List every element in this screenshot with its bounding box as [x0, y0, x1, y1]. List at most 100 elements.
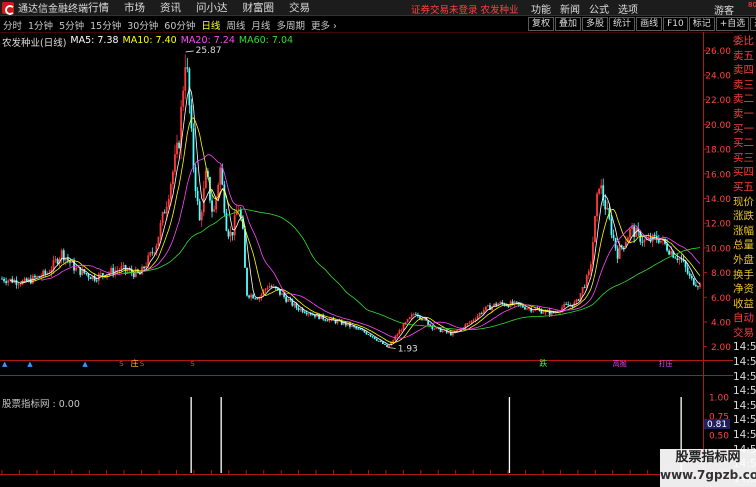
tab-30min[interactable]: 30分钟 — [124, 18, 161, 32]
candle-body — [369, 334, 372, 337]
menu-item-function[interactable]: 功能 — [531, 1, 551, 16]
sidebar-row: 14:5 — [733, 414, 756, 427]
candle-body — [143, 266, 145, 269]
restore-rights-button[interactable]: 复权 — [528, 17, 555, 31]
sidebar-row: 14:5 — [733, 356, 756, 369]
candle-body — [250, 294, 253, 298]
candle-body — [122, 265, 125, 267]
mark-button[interactable]: 标记 — [688, 17, 715, 31]
candle-body — [470, 320, 473, 323]
candle-body — [196, 190, 199, 202]
candle-body — [388, 345, 390, 348]
sidebar-row: 买三 — [733, 151, 754, 164]
overlay-button[interactable]: 叠加 — [555, 17, 582, 31]
candle-body — [659, 240, 662, 243]
menu-item-options[interactable]: 选项 — [618, 1, 638, 16]
kline-chart[interactable]: 26.00 24.00 22.00 20.00 18.00 16.00 14.00 12.00… — [0, 32, 733, 475]
menu-item-news-right[interactable]: 新闻 — [560, 1, 580, 16]
sidebar-row: 外盘 — [733, 253, 754, 266]
candle-body — [44, 270, 47, 274]
price-tick-label: 22.00 — [705, 96, 731, 106]
draw-line-button[interactable]: 画线 — [636, 17, 663, 31]
user-label[interactable]: 游客 — [714, 2, 734, 17]
low-mark-arrow — [387, 347, 396, 349]
signal-marker: ▲ — [27, 360, 33, 368]
sidebar-row: 交易 — [733, 326, 754, 339]
tab-daily[interactable]: 日线 — [198, 18, 223, 32]
candle-body — [604, 200, 607, 210]
candle-body — [600, 185, 603, 189]
sidebar-row: 14:5 — [733, 370, 756, 383]
candle-body — [17, 284, 20, 286]
candle-body — [643, 239, 646, 243]
candle-body — [400, 329, 403, 331]
sidebar-row: 换手 — [733, 268, 754, 281]
candle-body — [29, 278, 32, 284]
sidebar-row: 涨跌 — [733, 210, 754, 223]
candle-body — [359, 328, 362, 330]
f10-button[interactable]: F10 — [663, 17, 688, 31]
candle-body — [101, 273, 104, 276]
menu-item-wealth[interactable]: 财富圈 — [243, 0, 275, 15]
price-tick-label: 14.00 — [705, 195, 731, 205]
signal-marker: S — [190, 360, 195, 368]
back-button[interactable]: 返回 — [750, 17, 756, 31]
candle-body — [379, 341, 382, 342]
tab-weekly[interactable]: 周线 — [223, 18, 248, 32]
candle-body — [270, 286, 273, 288]
tab-intraday[interactable]: 分时 — [0, 18, 25, 32]
candle-body — [507, 305, 510, 308]
sidebar-row: 卖三 — [733, 78, 754, 91]
candle-body — [204, 171, 207, 189]
candle-body — [435, 327, 438, 329]
candle-body — [202, 188, 205, 213]
candle-body — [618, 245, 621, 259]
price-tick-label: 6.00 — [711, 294, 731, 304]
candle-body — [178, 142, 180, 148]
candle-body — [676, 258, 679, 261]
app-logo-icon — [2, 1, 15, 15]
signal-tag-sell: 高抛 — [613, 359, 627, 368]
tab-multi-period[interactable]: 多周期 — [273, 18, 308, 32]
menu-item-formula[interactable]: 公式 — [589, 1, 609, 16]
candle-body — [87, 274, 90, 278]
candle-body — [3, 278, 5, 282]
tab-monthly[interactable]: 月线 — [248, 18, 273, 32]
candle-body — [478, 312, 481, 316]
candle-body — [367, 334, 370, 336]
multi-stock-button[interactable]: 多股 — [582, 17, 609, 31]
sidebar-row: 卖一 — [733, 107, 754, 120]
tab-5min[interactable]: 5分钟 — [56, 18, 87, 32]
sidebar-row: 委比 — [733, 35, 754, 47]
candle-body — [229, 232, 232, 237]
ma5-line — [10, 86, 701, 346]
candle-body — [62, 250, 65, 261]
menu-item-trade[interactable]: 交易 — [289, 0, 310, 15]
candle-body — [657, 240, 660, 243]
login-notice[interactable]: 证券交易未登录 农发种业 — [411, 2, 519, 16]
tab-60min[interactable]: 60分钟 — [161, 18, 198, 32]
menu-item-news[interactable]: 资讯 — [160, 0, 181, 15]
sidebar-row: 14:5 — [733, 429, 756, 442]
menu-item-market[interactable]: 市场 — [124, 0, 145, 15]
sidebar-row: 卖四 — [733, 64, 754, 77]
chart-toolbar: 复权 叠加 多股 统计 画线 F10 标记 +自选 返回 — [528, 17, 756, 31]
candle-body — [281, 293, 283, 295]
candle-body — [23, 278, 26, 281]
price-tick-label: 24.00 — [705, 72, 731, 82]
tab-1min[interactable]: 1分钟 — [25, 18, 56, 32]
tab-15min[interactable]: 15分钟 — [87, 18, 124, 32]
tab-more[interactable]: 更多 › — [308, 18, 340, 32]
menu-item-quotes[interactable]: 行情 — [88, 0, 109, 15]
candle-body — [132, 272, 135, 278]
menu-item-ask[interactable]: 问小达 — [196, 0, 228, 15]
candle-body — [192, 128, 195, 168]
add-watchlist-button[interactable]: +自选 — [715, 17, 750, 31]
candle-body — [328, 319, 331, 322]
candle-body — [198, 201, 201, 221]
candle-body — [616, 248, 619, 259]
statistics-button[interactable]: 统计 — [609, 17, 636, 31]
top-menu: 行情 市场 资讯 问小达 财富圈 交易 — [88, 0, 325, 15]
candle-body — [268, 286, 271, 288]
candle-body — [287, 299, 290, 302]
